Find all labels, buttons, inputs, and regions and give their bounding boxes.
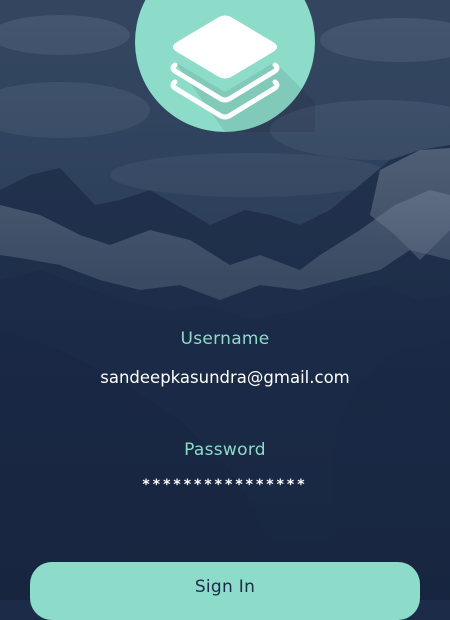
password-input[interactable]: ****************	[0, 477, 450, 497]
username-label: Username	[180, 329, 270, 349]
username-input[interactable]: sandeepkasundra@gmail.com	[0, 368, 450, 390]
password-label: Password	[184, 440, 266, 460]
app-logo	[135, 0, 315, 132]
sign-in-label: Sign In	[194, 577, 256, 597]
sign-in-button[interactable]: Sign In	[30, 562, 420, 620]
